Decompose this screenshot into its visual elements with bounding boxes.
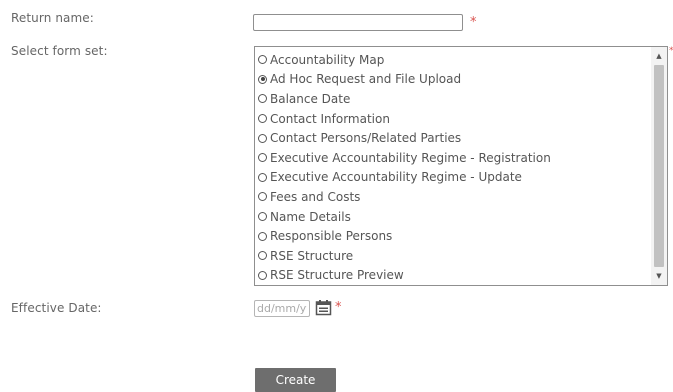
radio-unselected-icon[interactable] xyxy=(258,251,267,261)
form-set-scrollbar[interactable]: ▲ ▼ xyxy=(651,47,667,285)
form-set-option-label: Balance Date xyxy=(270,91,351,106)
form-set-options: Accountability Map Ad Hoc Request and Fil… xyxy=(258,50,649,285)
form-set-option-label: Responsible Persons xyxy=(270,229,393,244)
effective-date-required-marker: * xyxy=(335,300,342,315)
return-name-input[interactable] xyxy=(253,14,463,31)
form-set-option-label: Ad Hoc Request and File Upload xyxy=(270,72,462,87)
radio-unselected-icon[interactable] xyxy=(258,270,267,280)
form-set-option[interactable]: Executive Accountability Regime - Update xyxy=(258,168,649,188)
form-set-required-marker: * xyxy=(669,47,673,56)
scrollbar-thumb[interactable] xyxy=(654,65,664,267)
radio-selected-icon[interactable] xyxy=(258,74,267,84)
form-set-option[interactable]: RSE Structure xyxy=(258,246,649,266)
form-set-option[interactable]: Balance Date xyxy=(258,89,649,109)
form-set-option[interactable]: RSE Structure Preview xyxy=(258,266,649,285)
radio-unselected-icon[interactable] xyxy=(258,212,267,222)
form-set-option-label: Name Details xyxy=(270,209,351,224)
return-name-label: Return name: xyxy=(11,11,94,25)
form-set-label: Select form set: xyxy=(11,44,108,58)
radio-unselected-icon[interactable] xyxy=(258,153,267,163)
form-set-option-label: Contact Persons/Related Parties xyxy=(270,131,462,146)
return-name-required-marker: * xyxy=(470,15,477,30)
calendar-icon[interactable] xyxy=(315,299,332,316)
form-set-option[interactable]: Name Details xyxy=(258,207,649,227)
form-set-option[interactable]: Contact Information xyxy=(258,109,649,129)
form-set-option[interactable]: Fees and Costs xyxy=(258,187,649,207)
radio-unselected-icon[interactable] xyxy=(258,231,267,241)
effective-date-input[interactable] xyxy=(254,300,310,317)
radio-unselected-icon[interactable] xyxy=(258,192,267,202)
form-set-option-label: Contact Information xyxy=(270,111,390,126)
create-button[interactable]: Create xyxy=(255,368,336,392)
form-set-option-label: Accountability Map xyxy=(270,52,385,67)
form-set-option-label: RSE Structure xyxy=(270,248,354,263)
form-set-option[interactable]: Ad Hoc Request and File Upload xyxy=(258,70,649,90)
form-set-option[interactable]: Executive Accountability Regime - Regist… xyxy=(258,148,649,168)
radio-unselected-icon[interactable] xyxy=(258,133,267,143)
radio-unselected-icon[interactable] xyxy=(258,94,267,104)
scroll-down-arrow-icon[interactable]: ▼ xyxy=(651,269,667,283)
effective-date-label: Effective Date: xyxy=(11,301,102,315)
radio-unselected-icon[interactable] xyxy=(258,114,267,124)
form-set-option-label: Fees and Costs xyxy=(270,189,361,204)
form-set-option[interactable]: Contact Persons/Related Parties xyxy=(258,128,649,148)
form-set-option-label: Executive Accountability Regime - Regist… xyxy=(270,150,551,165)
radio-unselected-icon[interactable] xyxy=(258,172,267,182)
form-set-option-label: RSE Structure Preview xyxy=(270,268,404,283)
form-set-listbox[interactable]: Accountability Map Ad Hoc Request and Fil… xyxy=(254,46,668,286)
form-set-option[interactable]: Responsible Persons xyxy=(258,226,649,246)
form-set-option-label: Executive Accountability Regime - Update xyxy=(270,170,522,185)
scroll-up-arrow-icon[interactable]: ▲ xyxy=(651,49,667,63)
form-set-option[interactable]: Accountability Map xyxy=(258,50,649,70)
radio-unselected-icon[interactable] xyxy=(258,55,267,65)
